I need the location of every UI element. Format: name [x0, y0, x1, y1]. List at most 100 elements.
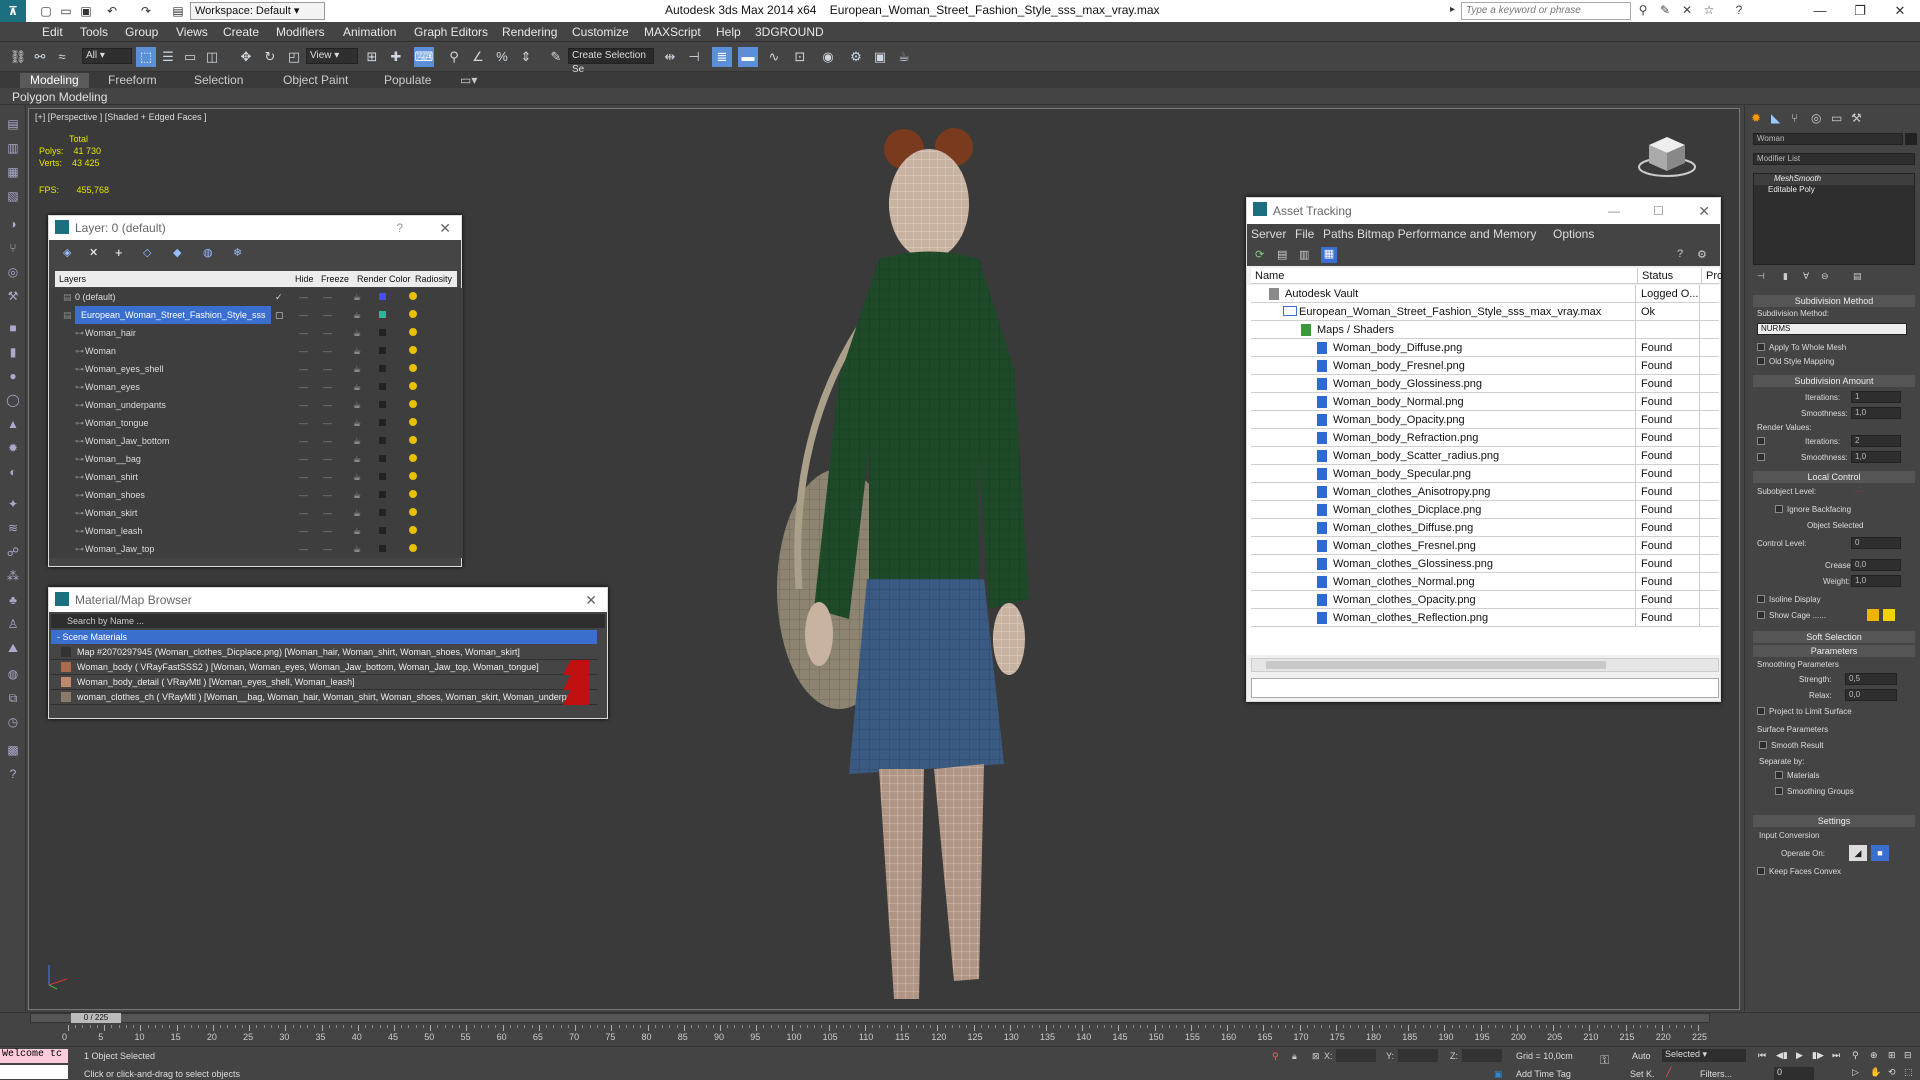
object-color-swatch[interactable]: [1905, 133, 1917, 145]
operate-on-face-button[interactable]: ◢: [1849, 845, 1867, 861]
key-mode-dropdown[interactable]: Selected ▾: [1662, 1049, 1746, 1062]
layer-name[interactable]: Woman_Jaw_bottom: [85, 432, 169, 450]
biped-icon[interactable]: ♙: [4, 615, 22, 633]
remove-modifier-icon[interactable]: ⊖: [1821, 271, 1829, 282]
preferences-icon[interactable]: ▩: [4, 741, 22, 759]
radiosity-bulb-icon[interactable]: [409, 490, 417, 498]
radiosity-bulb-icon[interactable]: [409, 364, 417, 372]
utilities-icon[interactable]: ⚒: [4, 287, 22, 305]
asset-col-pro[interactable]: Pro: [1701, 268, 1723, 284]
absolute-mode-icon[interactable]: ⊠: [1312, 1051, 1320, 1062]
menu-maxscript[interactable]: MAXScript: [644, 25, 701, 39]
material-item[interactable]: Woman_body_detail ( VRayMtl ) [Woman_eye…: [51, 675, 597, 690]
project-limit-checkbox[interactable]: [1757, 707, 1765, 715]
asset-row[interactable]: Woman_body_Normal.png Found: [1251, 393, 1719, 411]
add-time-tag[interactable]: Add Time Tag: [1516, 1069, 1571, 1079]
close-icon[interactable]: ✕: [1880, 0, 1920, 22]
layer-name[interactable]: Woman_shoes: [85, 486, 145, 504]
asset-row[interactable]: Woman_clothes_Anisotropy.png Found: [1251, 483, 1719, 501]
layer-color-swatch[interactable]: [379, 329, 386, 336]
modifier-list-dropdown[interactable]: Modifier List: [1753, 153, 1915, 165]
col-layers[interactable]: Layers: [59, 271, 86, 287]
old-style-mapping-checkbox[interactable]: [1757, 357, 1765, 365]
active-layer-check-icon[interactable]: ✓: [275, 288, 283, 306]
layer-name[interactable]: European_Woman_Street_Fashion_Style_sss: [75, 306, 272, 324]
weight-spinner[interactable]: 1,0: [1851, 575, 1901, 587]
modify-tab-icon[interactable]: ◣: [1771, 111, 1780, 125]
zoom-icon[interactable]: ⚲: [1852, 1050, 1859, 1061]
asset-col-status[interactable]: Status: [1637, 268, 1673, 284]
render-production-icon[interactable]: ☕: [894, 47, 914, 67]
col-freeze[interactable]: Freeze: [321, 271, 349, 287]
layer-name[interactable]: Woman_Jaw_top: [85, 540, 154, 558]
freeze-toggle[interactable]: —: [323, 486, 332, 504]
open-file-icon[interactable]: ▭: [58, 3, 74, 19]
measure-icon[interactable]: ◷: [4, 713, 22, 731]
layer-row[interactable]: Woman_leash ⊶ — — ☕: [55, 522, 457, 540]
layer-panel-title-bar[interactable]: Layer: 0 (default)? ✕: [49, 216, 461, 240]
play-icon[interactable]: ▶: [1796, 1050, 1803, 1061]
cone-primitive-icon[interactable]: ▲: [4, 415, 22, 433]
layer-name[interactable]: Woman_shirt: [85, 468, 138, 486]
freeze-toggle[interactable]: —: [323, 324, 332, 342]
z-coordinate-field[interactable]: [1462, 1049, 1502, 1062]
material-search-input[interactable]: Search by Name ...: [51, 614, 605, 628]
render-teapot-icon[interactable]: ☕: [353, 324, 361, 342]
asset-row[interactable]: Woman_clothes_Dicplace.png Found: [1251, 501, 1719, 519]
foliage-icon[interactable]: ♣: [4, 591, 22, 609]
configure-sets-icon[interactable]: ▤: [1853, 271, 1862, 282]
keyboard-shortcut-override-icon[interactable]: ⌨: [414, 47, 434, 67]
asset-settings-icon[interactable]: ⚙: [1697, 248, 1707, 261]
radiosity-bulb-icon[interactable]: [409, 472, 417, 480]
time-slider-thumb[interactable]: 0 / 225: [71, 1013, 121, 1023]
utilities-tab-icon[interactable]: ⚒: [1851, 111, 1862, 125]
asset-scroll-thumb[interactable]: [1266, 661, 1606, 669]
render-iterations-spinner[interactable]: 2: [1851, 435, 1901, 447]
select-rotate-icon[interactable]: ↻: [260, 47, 280, 67]
zoom-all-icon[interactable]: ⊕: [1870, 1050, 1878, 1061]
layer-color-swatch[interactable]: [379, 347, 386, 354]
tab-selection[interactable]: Selection: [184, 73, 253, 88]
new-file-icon[interactable]: ▢: [38, 3, 54, 19]
layer-row[interactable]: Woman_eyes_shell ⊶ — — ☕: [55, 360, 457, 378]
menu-graph-editors[interactable]: Graph Editors: [414, 25, 488, 39]
tab-freeform[interactable]: Freeform: [98, 73, 167, 88]
angle-snap-icon[interactable]: ∠: [468, 47, 488, 67]
asset-minimize-icon[interactable]: —: [1608, 198, 1620, 224]
refresh-icon[interactable]: ⟳: [1255, 248, 1264, 261]
layer-row[interactable]: Woman_Jaw_top ⊶ — — ☕: [55, 540, 457, 558]
maximize-viewport-icon[interactable]: ⬚: [1904, 1067, 1913, 1078]
layer-color-swatch[interactable]: [379, 365, 386, 372]
ribbon-options-icon[interactable]: ▭▾: [450, 73, 487, 88]
make-unique-icon[interactable]: ∀: [1803, 271, 1809, 282]
undo-icon[interactable]: ↶: [104, 3, 120, 19]
window-crossing-icon[interactable]: ◫: [202, 47, 222, 67]
spinner-snap-icon[interactable]: ⇕: [516, 47, 536, 67]
layer-name[interactable]: Woman_underpants: [85, 396, 166, 414]
edit-named-selection-icon[interactable]: ✎: [546, 47, 566, 67]
render-teapot-icon[interactable]: ☕: [353, 540, 361, 558]
percent-snap-icon[interactable]: %: [492, 47, 512, 67]
layer-close-button[interactable]: ✕: [439, 216, 451, 240]
isoline-display-checkbox[interactable]: [1757, 595, 1765, 603]
layer-row[interactable]: Woman_shoes ⊶ — — ☕: [55, 486, 457, 504]
render-smoothness-spinner[interactable]: 1,0: [1851, 451, 1901, 463]
parameters-rollout[interactable]: Parameters: [1753, 645, 1915, 657]
layer-name[interactable]: Woman: [85, 342, 116, 360]
help-circle-icon[interactable]: ?: [4, 765, 22, 783]
cage-color-swatch-2[interactable]: [1883, 609, 1895, 621]
layer-name[interactable]: Woman_skirt: [85, 504, 137, 522]
key-filters-button[interactable]: Filters...: [1700, 1069, 1732, 1079]
globe-icon[interactable]: ◍: [4, 665, 22, 683]
menu-animation[interactable]: Animation: [343, 25, 396, 39]
stack-item-editable-poly[interactable]: Editable Poly: [1754, 185, 1914, 196]
pan-view-icon[interactable]: ✋: [1870, 1067, 1881, 1078]
asset-row[interactable]: Woman_body_Specular.png Found: [1251, 465, 1719, 483]
layer-row[interactable]: Woman ⊶ — — ☕: [55, 342, 457, 360]
pin-stack-icon[interactable]: ⊣: [1757, 271, 1765, 282]
orbit-icon[interactable]: ⟲: [1888, 1067, 1896, 1078]
menu-views[interactable]: Views: [176, 25, 208, 39]
subdivision-amount-rollout[interactable]: Subdivision Amount: [1753, 375, 1915, 387]
layer-name[interactable]: Woman_eyes_shell: [85, 360, 163, 378]
hide-toggle[interactable]: —: [299, 486, 308, 504]
